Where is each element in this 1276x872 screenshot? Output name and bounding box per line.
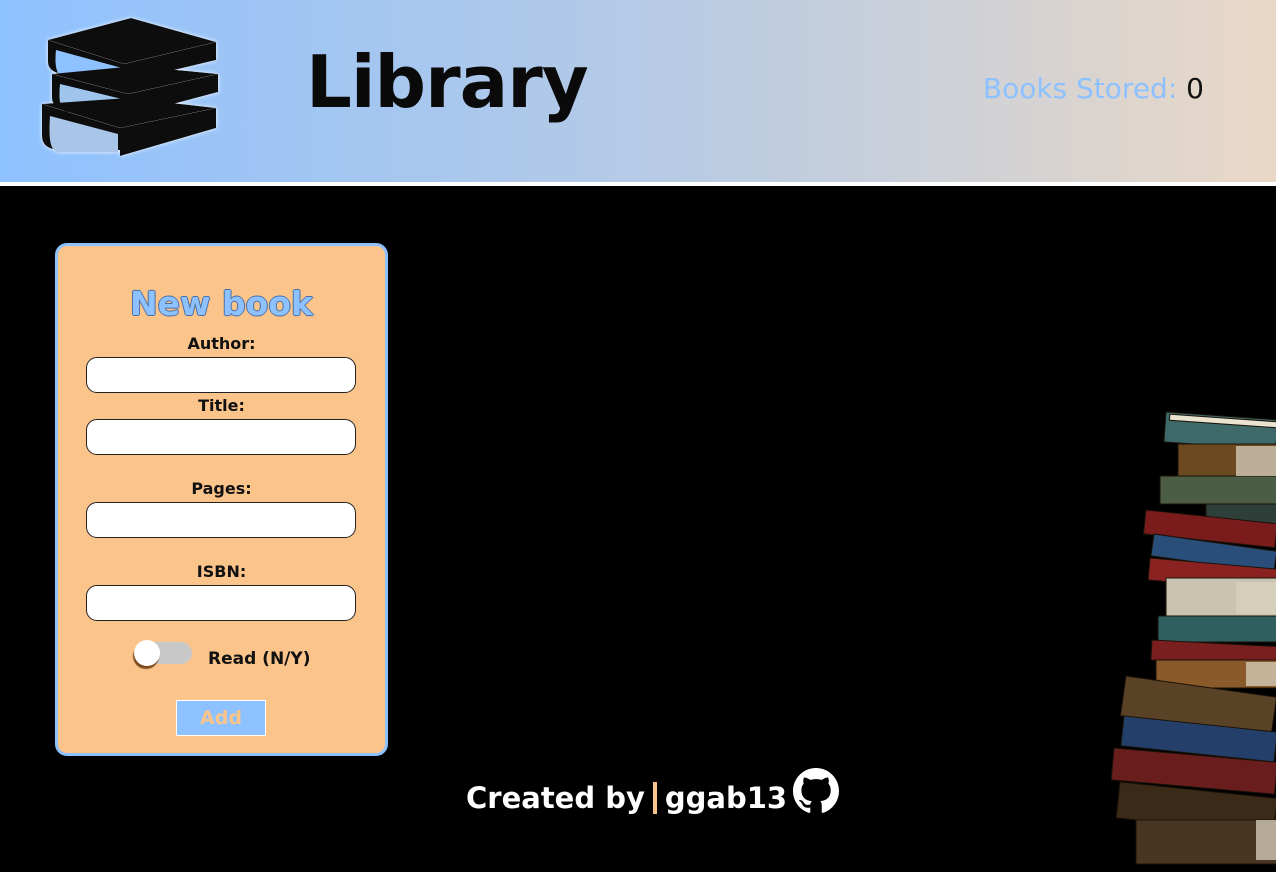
add-button[interactable]: Add [176,700,266,736]
form-title: New book [130,284,313,323]
pages-input[interactable] [86,502,356,538]
new-book-form: New book Author: Title: Pages: ISBN: Rea… [55,243,388,756]
created-by-label: Created by [466,781,645,815]
read-toggle[interactable] [134,640,192,666]
footer: Created by ggab13 [466,768,840,826]
header-divider [0,182,1276,186]
title-input[interactable] [86,419,356,455]
book-stack-image [1110,411,1276,865]
app-title: Library [306,40,589,124]
pages-label: Pages: [191,479,252,498]
read-label: Read (N/Y) [208,649,311,669]
books-stored-count: 0 [1186,72,1204,105]
footer-separator [652,782,657,814]
read-toggle-knob[interactable] [134,640,160,666]
books-stored-label: Books Stored: [982,72,1187,105]
books-stored-counter: Books Stored: 0 [983,72,1204,105]
isbn-label: ISBN: [196,562,247,581]
title-label: Title: [198,396,245,415]
github-icon[interactable] [793,768,840,814]
books-logo-icon [42,18,218,156]
author-name: ggab13 [664,781,788,815]
header: Library Books Stored: 0 [0,0,1276,182]
author-input[interactable] [86,357,356,393]
author-label: Author: [187,334,256,353]
isbn-input[interactable] [86,585,356,621]
